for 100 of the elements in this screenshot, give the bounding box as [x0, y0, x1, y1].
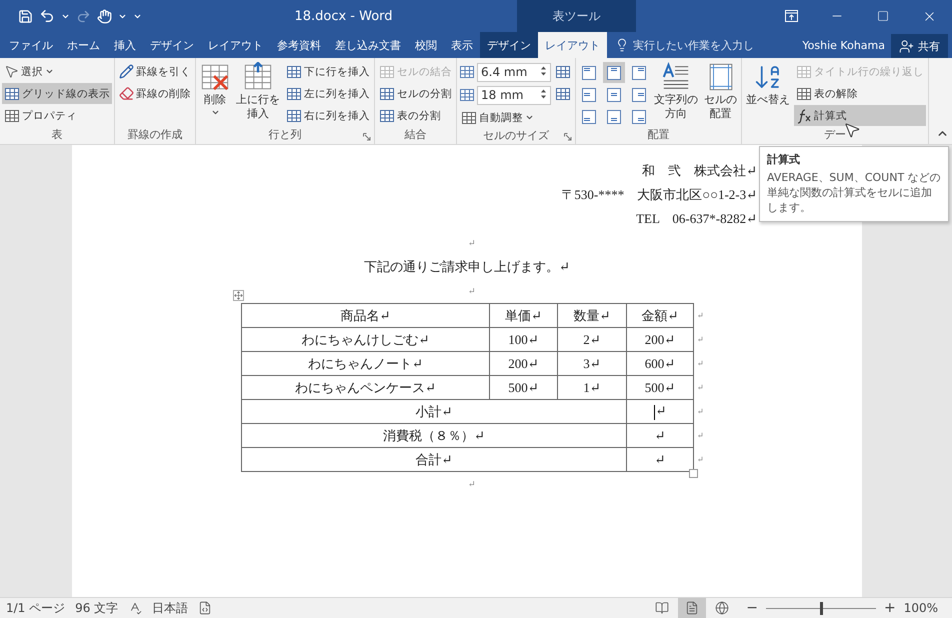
ribbon-button[interactable]: 自動調整 — [459, 107, 551, 128]
column-header: 金額↵ — [626, 304, 694, 328]
insert-column-right-icon — [286, 108, 302, 124]
table-cell: ↵ — [626, 424, 694, 448]
dialog-launcher-icon[interactable] — [363, 133, 371, 141]
ribbon-button[interactable]: 罫線を引く — [117, 61, 193, 82]
page-icon — [685, 601, 700, 615]
table-cell: 600↵ — [626, 352, 694, 376]
ribbon-tab[interactable]: デザイン — [480, 32, 538, 58]
ribbon-tab[interactable]: 校閲 — [408, 32, 444, 58]
book-icon — [655, 601, 670, 615]
caret-icon — [525, 113, 534, 122]
undo-icon[interactable] — [39, 8, 55, 24]
table-cell: 200↵ — [490, 352, 558, 376]
context-tab-label: 表ツール — [517, 0, 636, 32]
share-button[interactable]: 共有 — [891, 34, 948, 58]
tooltip-title: 計算式 — [767, 152, 801, 167]
save-icon[interactable] — [18, 8, 33, 24]
size-field[interactable]: 6.4 mm — [477, 62, 551, 82]
group-label: セルのサイズ — [483, 128, 549, 144]
group-label: 罫線の作成 — [128, 127, 182, 143]
ribbon-button[interactable]: セルの 配置 — [702, 61, 739, 122]
zoom-thumb[interactable] — [820, 602, 823, 614]
ribbon-button[interactable]: 削除 — [198, 61, 232, 118]
ribbon-button[interactable]: 計算式 — [794, 105, 926, 126]
ribbon-button[interactable]: 下に行を挿入 — [284, 61, 372, 82]
autofit-icon — [461, 110, 477, 126]
group-label: デー — [824, 127, 846, 143]
address-line: 〒530-**** 大阪市北区○○1-2-3↵ — [560, 186, 757, 204]
ribbon-button[interactable]: プロパティ — [2, 105, 112, 126]
row-end-mark: ↵ — [694, 376, 706, 400]
redo-icon[interactable] — [76, 8, 91, 24]
table-delete-icon — [200, 62, 230, 92]
word-count[interactable]: 96 文字 — [75, 600, 118, 616]
ribbon-button[interactable]: 選択 — [2, 61, 112, 82]
tell-me-field[interactable]: 実行したい作業を入力し — [633, 38, 754, 52]
ribbon-tab[interactable]: 挿入 — [107, 32, 143, 58]
ribbon-options-icon[interactable] — [784, 10, 798, 22]
ribbon-tab[interactable]: 参考資料 — [270, 32, 328, 58]
spinner-icon[interactable] — [540, 89, 547, 99]
eraser-icon — [119, 86, 134, 101]
user-name: Yoshie Kohama — [802, 38, 885, 52]
table-cell: 500↵ — [626, 376, 694, 400]
ribbon-tab[interactable]: ホーム — [60, 32, 107, 58]
ribbon-tab[interactable]: 差し込み文書 — [328, 32, 408, 58]
macro-icon[interactable] — [198, 601, 212, 615]
add-user-icon — [899, 38, 914, 54]
ribbon-button[interactable]: 左に列を挿入 — [284, 83, 372, 104]
table-resize-handle[interactable] — [689, 469, 698, 478]
ribbon-tab[interactable]: レイアウト — [201, 32, 270, 58]
maximize-icon[interactable] — [877, 10, 889, 22]
zoom-in-button[interactable]: + — [884, 600, 896, 616]
spinner-icon[interactable] — [540, 66, 547, 76]
align-icon — [631, 86, 647, 102]
table-move-handle[interactable] — [233, 290, 244, 301]
ribbon-tab[interactable]: レイアウト — [538, 32, 607, 58]
table-cell: 1↵ — [558, 376, 626, 400]
ribbon-tab[interactable]: デザイン — [143, 32, 201, 58]
address-line: TEL 06-637*-8282↵ — [635, 210, 757, 228]
row-height-icon — [459, 64, 475, 80]
align-button[interactable] — [603, 62, 625, 83]
proofing-icon[interactable] — [128, 601, 142, 615]
ribbon-button[interactable]: 右に列を挿入 — [284, 105, 372, 126]
table-icon — [4, 86, 20, 102]
align-icon — [581, 108, 597, 124]
align-icon — [631, 108, 647, 124]
tooltip-text: AVERAGE、SUM、COUNT などの単純な関数の計算式をセルに追加します。 — [767, 170, 941, 215]
dialog-launcher-icon[interactable] — [564, 133, 572, 141]
ribbon-button[interactable]: グリッド線の表示 — [2, 83, 112, 104]
ribbon-button[interactable]: 上に行を 挿入 — [234, 61, 282, 122]
table-cell: わにちゃんノート↵ — [242, 352, 490, 376]
align-icon — [606, 108, 622, 124]
language-label[interactable]: 日本語 — [152, 600, 188, 616]
convert-to-text-icon — [796, 86, 812, 102]
paragraph-mark: ↵ — [468, 285, 476, 298]
lightbulb-icon — [615, 38, 629, 52]
insert-row-above-icon — [243, 62, 273, 92]
align-icon — [606, 86, 622, 102]
page-count[interactable]: 1/1 ページ — [6, 600, 66, 616]
function-icon — [796, 108, 812, 124]
ribbon-button[interactable]: 罫線の削除 — [117, 83, 193, 104]
table-cell: 200↵ — [626, 328, 694, 352]
ribbon-button[interactable]: 表の分割 — [377, 105, 454, 126]
ribbon-button[interactable]: 表の解除 — [794, 83, 926, 104]
ribbon-button[interactable]: セルの分割 — [377, 83, 454, 104]
paragraph-mark: ↵ — [468, 478, 476, 491]
print-layout-button[interactable] — [678, 598, 706, 618]
group-label: 表 — [52, 127, 62, 143]
zoom-out-button[interactable]: − — [746, 600, 758, 616]
hand-icon[interactable] — [97, 8, 112, 24]
size-field[interactable]: 18 mm — [477, 86, 551, 104]
row-end-mark: ↵ — [694, 424, 706, 448]
ribbon-button[interactable]: 文字列の 方向 — [652, 61, 700, 122]
ribbon-button[interactable]: 並べ替え — [744, 61, 792, 108]
ribbon-tab[interactable]: 表示 — [444, 32, 480, 58]
distribute-columns-icon — [555, 86, 571, 102]
zoom-level[interactable]: 100% — [904, 601, 938, 615]
row-end-mark: ↵ — [694, 352, 706, 376]
table-cell: わにちゃんけしごむ↵ — [242, 328, 490, 352]
ribbon-tab[interactable]: ファイル — [2, 32, 60, 58]
